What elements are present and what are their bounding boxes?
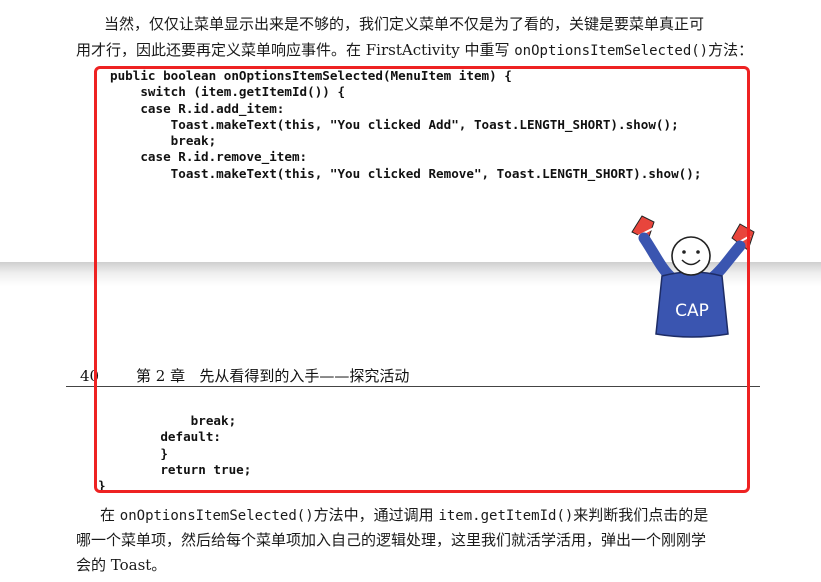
- text-span: 来判断我们点击的是: [573, 506, 709, 524]
- method-name-code: onOptionsItemSelected(): [119, 508, 314, 524]
- getitemid-code: item.getItemId(): [438, 508, 574, 524]
- bottom-paragraph-line-2: 哪一个菜单项，然后给每个菜单项加入自己的逻辑处理，这里我们就活学活用，弹出一个刚…: [76, 531, 707, 549]
- method-name-code: onOptionsItemSelected(): [514, 43, 709, 59]
- line2-text: 用才行，因此还要再定义菜单响应事件。在 FirstActivity 中重写: [76, 41, 515, 59]
- text-span: 方法中，通过调用: [313, 506, 439, 524]
- text-span: 在: [100, 506, 120, 524]
- top-paragraph-line-1: 当然，仅仅让菜单显示出来是不够的，我们定义菜单不仅是为了看的，关键是要菜单真正可: [104, 15, 705, 33]
- line2-suffix: 方法：: [708, 41, 754, 59]
- highlight-box: [94, 66, 750, 493]
- bottom-paragraph-line-1: 在 onOptionsItemSelected()方法中，通过调用 item.g…: [100, 505, 708, 526]
- bottom-paragraph-line-3: 会的 Toast。: [76, 556, 167, 574]
- top-paragraph-line-2: 用才行，因此还要再定义菜单响应事件。在 FirstActivity 中重写 on…: [76, 40, 753, 61]
